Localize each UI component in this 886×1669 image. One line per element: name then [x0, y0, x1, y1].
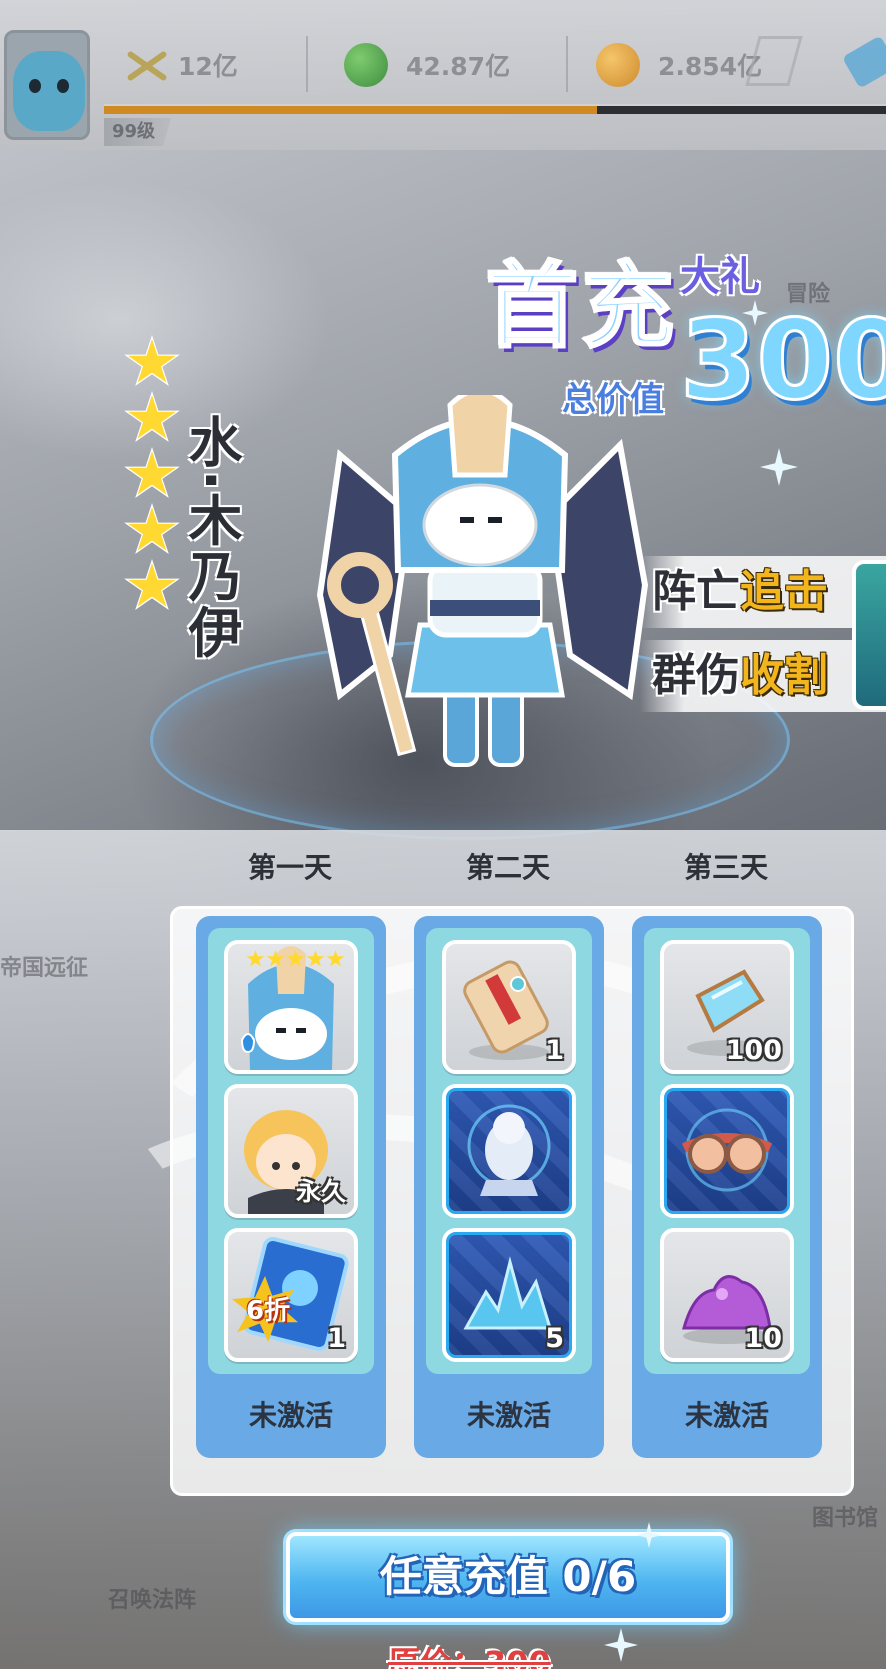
permanent-tag: 永久: [295, 1177, 346, 1206]
recharge-button[interactable]: 任意充值 0/6: [286, 1532, 730, 1622]
reward-slot-scroll[interactable]: 1: [442, 940, 576, 1074]
orange-currency-stat[interactable]: 2.854亿: [596, 40, 762, 90]
divider: [566, 36, 568, 92]
day-3-items: 100 10: [644, 928, 810, 1374]
reward-slot-card[interactable]: 6折 1: [224, 1228, 358, 1362]
day-3-column: 100 10 未激活: [632, 916, 822, 1458]
item-count: 1: [545, 1035, 564, 1066]
power-stat: 12亿: [120, 40, 238, 90]
hero-name: 水·木乃伊: [179, 414, 242, 661]
star-icon: [266, 950, 285, 967]
star-icon: [306, 950, 325, 967]
bg-label-summon: 召唤法阵: [108, 1588, 197, 1613]
day-3-status[interactable]: 未激活: [632, 1374, 822, 1458]
day-2-status[interactable]: 未激活: [414, 1374, 604, 1458]
day-1-column: 永久 6折 1 未激活: [196, 916, 386, 1458]
item-count: 10: [744, 1323, 782, 1354]
discount-text: 6折: [246, 1296, 291, 1326]
green-currency-stat[interactable]: 42.87亿: [344, 40, 510, 90]
skill-2-highlight: 收割: [740, 650, 828, 701]
top-status-bar: 12亿 42.87亿 2.854亿 99级: [0, 0, 886, 150]
reward-slot-goggles[interactable]: [660, 1084, 794, 1218]
green-currency-value: 42.87亿: [406, 52, 511, 81]
total-value-number: 300: [679, 295, 886, 426]
item-count: 5: [545, 1323, 564, 1354]
star-icon: [326, 950, 345, 967]
reward-slot-skin[interactable]: 永久: [224, 1084, 358, 1218]
skill-preview-icon[interactable]: [852, 560, 886, 710]
bg-label-expedition: 帝国远征: [0, 956, 89, 981]
day-2-label: 第二天: [465, 851, 550, 884]
day-2-items: 1 5: [426, 928, 592, 1374]
bg-label-library: 图书馆: [812, 1506, 879, 1531]
hero-star-row: [246, 950, 345, 968]
player-avatar[interactable]: [4, 30, 90, 140]
reward-slot-powder[interactable]: 10: [660, 1228, 794, 1362]
banner-subtitle: 大礼: [680, 254, 760, 300]
skill-tag-2: 群伤收割: [640, 640, 886, 712]
skill-1-prefix: 阵亡: [652, 566, 740, 617]
power-value: 12亿: [178, 52, 238, 81]
reward-slot-ice[interactable]: 100: [660, 940, 794, 1074]
experience-bar-fill: [104, 106, 597, 114]
item-count: 1: [327, 1323, 346, 1354]
lion-statue-icon: [467, 1104, 551, 1196]
day-1-label: 第一天: [247, 851, 332, 884]
star-icon: [126, 338, 178, 394]
reward-slot-shard[interactable]: 5: [442, 1228, 576, 1362]
item-count: 100: [725, 1035, 782, 1066]
experience-bar: [104, 104, 886, 114]
day-1-status[interactable]: 未激活: [196, 1374, 386, 1458]
star-icon: [246, 950, 265, 967]
hero-mummy-portrait[interactable]: [300, 395, 660, 795]
skill-1-highlight: 追击: [740, 566, 828, 617]
original-price: 原价：300: [388, 1644, 551, 1669]
skill-tag-1: 阵亡追击: [640, 556, 886, 628]
gold-coin-icon: [596, 43, 640, 87]
avatar-face-icon: [13, 51, 85, 131]
divider: [306, 36, 308, 92]
reward-slot-statue[interactable]: [442, 1084, 576, 1218]
player-level: 99级: [104, 118, 172, 146]
skill-2-prefix: 群伤: [652, 650, 740, 701]
goggles-icon: [681, 1108, 773, 1192]
crossed-swords-icon: [120, 45, 170, 85]
star-icon: [286, 950, 305, 967]
diamond-icon[interactable]: [841, 35, 886, 89]
day-3-label: 第三天: [683, 851, 768, 884]
reward-slot-hero[interactable]: [224, 940, 358, 1074]
green-gem-icon: [344, 43, 388, 87]
banner-title: 首充: [484, 252, 679, 362]
day-1-items: 永久 6折 1: [208, 928, 374, 1374]
day-2-column: 1 5 未激活: [414, 916, 604, 1458]
